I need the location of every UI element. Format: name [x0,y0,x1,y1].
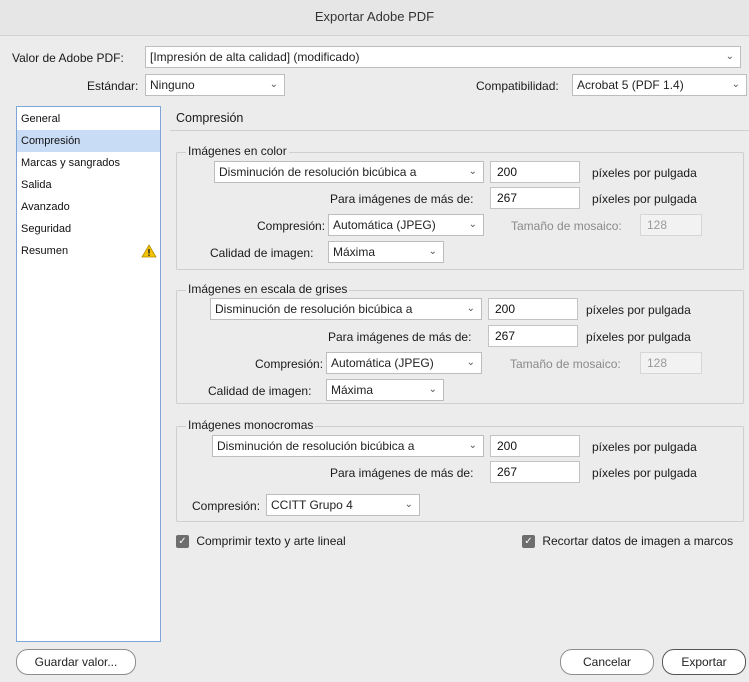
gray-above-label: Para imágenes de más de: [328,330,472,344]
gray-comp-label: Compresión: [255,357,324,371]
window-title: Exportar Adobe PDF [0,0,749,36]
chevron-down-icon: ⌄ [428,384,437,395]
mono-sampling-dropdown[interactable]: Disminución de resolución bicúbica a ⌄ [212,435,484,457]
color-ppi-unit: píxeles por pulgada [592,166,697,180]
sidebar-item-salida[interactable]: Salida [17,174,160,196]
color-ppi-input[interactable]: 200 [490,161,580,183]
compat-label: Compatibilidad: [476,79,559,93]
color-above-label: Para imágenes de más de: [330,192,474,206]
gray-tile-input[interactable]: 128 [640,352,702,374]
gray-ppi-unit: píxeles por pulgada [586,303,691,317]
gray-quality-value: Máxima [331,383,374,397]
gray-quality-dropdown[interactable]: Máxima ⌄ [326,379,444,401]
compat-dropdown[interactable]: Acrobat 5 (PDF 1.4) ⌄ [572,74,747,96]
mono-above-label: Para imágenes de más de: [330,466,474,480]
color-quality-label: Calidad de imagen: [210,246,314,260]
gray-above-unit: píxeles por pulgada [586,330,691,344]
sidebar-item-avanzado[interactable]: Avanzado [17,196,160,218]
panel-title: Compresión [176,111,244,125]
warning-icon [141,244,157,258]
color-comp-dropdown[interactable]: Automática (JPEG) ⌄ [328,214,484,236]
color-comp-value: Automática (JPEG) [333,218,436,232]
chevron-down-icon: ⌄ [466,303,475,314]
crop-image-option[interactable]: ✓ Recortar datos de imagen a marcos [522,533,733,549]
gray-sampling-value: Disminución de resolución bicúbica a [215,302,413,316]
mono-comp-dropdown[interactable]: CCITT Grupo 4 ⌄ [266,494,420,516]
panel-divider [170,130,749,131]
compress-text-label: Comprimir texto y arte lineal [196,534,346,548]
gray-quality-label: Calidad de imagen: [208,384,312,398]
preset-value: [Impresión de alta calidad] (modificado) [150,50,360,64]
gray-comp-dropdown[interactable]: Automática (JPEG) ⌄ [326,352,482,374]
color-quality-value: Máxima [333,245,376,259]
mono-comp-value: CCITT Grupo 4 [271,498,353,512]
chevron-down-icon: ⌄ [428,246,437,257]
gray-comp-value: Automática (JPEG) [331,356,434,370]
check-icon: ✓ [524,535,533,547]
export-button[interactable]: Exportar [662,649,746,675]
cancel-button[interactable]: Cancelar [560,649,654,675]
sidebar-item-seguridad[interactable]: Seguridad [17,218,160,240]
chevron-down-icon: ⌄ [269,79,278,90]
chevron-down-icon: ⌄ [468,440,477,451]
color-above-unit: píxeles por pulgada [592,192,697,206]
preset-label: Valor de Adobe PDF: [12,51,124,65]
standard-value: Ninguno [150,78,195,92]
compat-value: Acrobat 5 (PDF 1.4) [577,78,684,92]
chevron-down-icon: ⌄ [468,219,477,230]
mono-sampling-value: Disminución de resolución bicúbica a [217,439,415,453]
chevron-down-icon: ⌄ [466,357,475,368]
gray-tile-label: Tamaño de mosaico: [510,357,621,371]
check-icon: ✓ [178,535,187,547]
sidebar-item-marcas[interactable]: Marcas y sangrados [17,152,160,174]
chevron-down-icon: ⌄ [468,166,477,177]
chevron-down-icon: ⌄ [404,499,413,510]
mono-group-title: Imágenes monocromas [186,417,316,433]
color-tile-input[interactable]: 128 [640,214,702,236]
compress-text-option[interactable]: ✓ Comprimir texto y arte lineal [176,533,346,549]
standard-dropdown[interactable]: Ninguno ⌄ [145,74,285,96]
preset-dropdown[interactable]: [Impresión de alta calidad] (modificado)… [145,46,741,68]
color-comp-label: Compresión: [257,219,326,233]
standard-label: Estándar: [87,79,139,93]
color-quality-dropdown[interactable]: Máxima ⌄ [328,241,444,263]
color-tile-label: Tamaño de mosaico: [511,219,622,233]
mono-ppi-input[interactable]: 200 [490,435,580,457]
crop-image-checkbox[interactable]: ✓ [522,534,535,548]
mono-above-unit: píxeles por pulgada [592,466,697,480]
chevron-down-icon: ⌄ [731,79,740,90]
mono-ppi-unit: píxeles por pulgada [592,440,697,454]
gray-above-input[interactable]: 267 [488,325,578,347]
sidebar-item-compresion[interactable]: Compresión [17,130,160,152]
color-sampling-value: Disminución de resolución bicúbica a [219,165,417,179]
compress-text-checkbox[interactable]: ✓ [176,534,189,548]
color-group-title: Imágenes en color [186,143,289,159]
mono-above-input[interactable]: 267 [490,461,580,483]
gray-ppi-input[interactable]: 200 [488,298,578,320]
crop-image-label: Recortar datos de imagen a marcos [542,534,734,548]
sidebar: General Compresión Marcas y sangrados Sa… [16,106,161,642]
color-above-input[interactable]: 267 [490,187,580,209]
mono-comp-label: Compresión: [192,499,261,513]
gray-group-title: Imágenes en escala de grises [186,281,350,297]
gray-sampling-dropdown[interactable]: Disminución de resolución bicúbica a ⌄ [210,298,482,320]
sidebar-item-resumen[interactable]: Resumen [17,240,160,262]
sidebar-item-label: Resumen [21,245,69,257]
save-preset-button[interactable]: Guardar valor... [16,649,136,675]
color-sampling-dropdown[interactable]: Disminución de resolución bicúbica a ⌄ [214,161,484,183]
sidebar-item-general[interactable]: General [17,108,160,130]
chevron-down-icon: ⌄ [725,51,734,62]
